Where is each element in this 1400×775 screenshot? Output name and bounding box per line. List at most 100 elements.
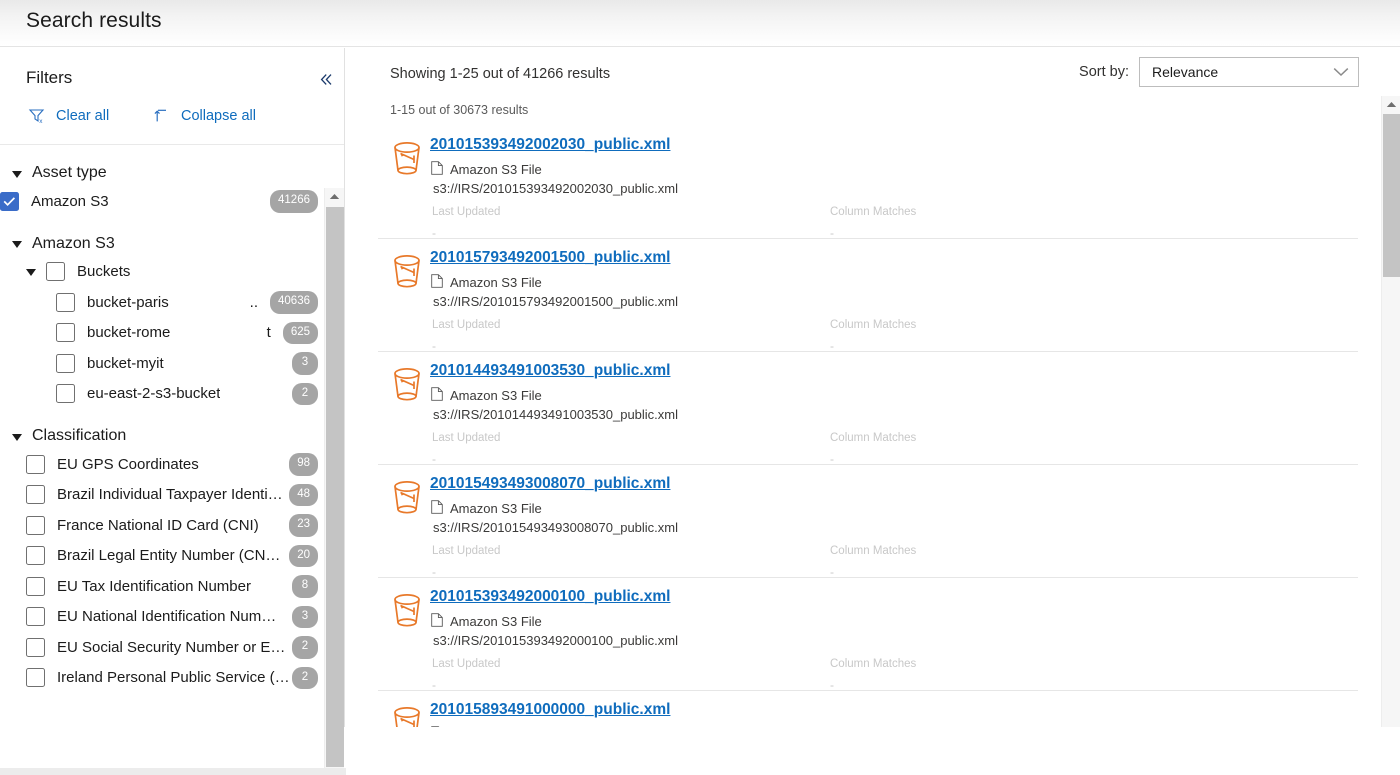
filter-option-row[interactable]: Brazil Individual Taxpayer Identi… 48 — [0, 480, 326, 511]
filter-checkbox[interactable] — [56, 353, 75, 373]
filter-count-badge: 2 — [292, 666, 318, 689]
column-matches-value: - — [830, 339, 834, 353]
caret-down-icon — [12, 433, 22, 441]
result-item[interactable]: 201015493493008070_public.xml Amazon S3 F… — [378, 465, 1358, 579]
filter-option-row[interactable]: Amazon S3 41266 — [0, 186, 326, 217]
filter-checkbox[interactable] — [26, 637, 45, 657]
caret-down-icon[interactable] — [26, 269, 36, 277]
results-panel: Showing 1-25 out of 41266 results 1-15 o… — [346, 48, 1381, 727]
collapse-all-button[interactable]: Collapse all — [152, 106, 256, 125]
filters-scrollbar-thumb[interactable] — [326, 207, 344, 767]
results-scrollbar[interactable] — [1381, 96, 1400, 727]
result-last-updated: Last Updated - — [432, 432, 500, 466]
filter-checkbox[interactable] — [26, 546, 45, 566]
filter-option-label: bucket-rome — [87, 324, 171, 342]
last-updated-value: - — [432, 678, 436, 692]
filter-checkbox[interactable] — [56, 323, 75, 343]
filter-count-badge: 3 — [292, 352, 318, 375]
s3-bucket-icon — [387, 590, 427, 630]
column-matches-label: Column Matches — [830, 545, 917, 557]
s3-bucket-icon — [387, 251, 427, 291]
file-document-icon — [431, 500, 443, 517]
filter-option-row[interactable]: France National ID Card (CNI) 23 — [0, 510, 326, 541]
filter-option-row[interactable]: EU Tax Identification Number 8 — [0, 571, 326, 602]
result-title-link[interactable]: 201015393492000100_public.xml — [430, 588, 670, 606]
filter-checkbox[interactable] — [26, 607, 45, 627]
filter-group-header-amazon-s3[interactable]: Amazon S3 — [0, 231, 326, 257]
column-matches-value: - — [830, 226, 834, 240]
result-title-link[interactable]: 201015793492001500_public.xml — [430, 249, 670, 267]
filter-option-row[interactable]: EU National Identification Num… 3 — [0, 602, 326, 633]
result-title-link[interactable]: 201015393492002030_public.xml — [430, 136, 670, 154]
filter-option-row[interactable]: Buckets — [0, 257, 326, 288]
filter-group-header-asset-type[interactable]: Asset type — [0, 160, 326, 186]
filter-option-row[interactable]: Ireland Personal Public Service (… 2 — [0, 663, 326, 694]
result-title-link[interactable]: 201014493491003530_public.xml — [430, 362, 670, 380]
filter-group-title: Amazon S3 — [32, 234, 115, 252]
filter-checkbox[interactable] — [26, 485, 45, 505]
filters-tree: Asset type Amazon S3 41266 Amazon S3 Buckets… — [0, 160, 326, 693]
filter-count-badge: 2 — [292, 382, 318, 405]
filter-option-label: bucket-myit — [87, 354, 164, 372]
result-item[interactable]: 201015393492000100_public.xml Amazon S3 F… — [378, 578, 1358, 692]
filter-group-header-classification[interactable]: Classification — [0, 423, 326, 449]
filter-checkbox[interactable] — [46, 262, 65, 282]
filter-option-label: EU National Identification Num… — [57, 608, 277, 626]
last-updated-value: - — [432, 339, 436, 353]
result-type-label: Amazon S3 File — [450, 388, 542, 403]
result-title-link[interactable]: 201015893491000000_public.xml — [430, 701, 670, 719]
results-scroll-up-arrow[interactable] — [1382, 96, 1400, 113]
result-item[interactable]: 201015893491000000_public.xmlAmazon S3 F… — [378, 691, 1358, 727]
last-updated-label: Last Updated — [432, 319, 501, 331]
filter-count-badge: 20 — [289, 544, 318, 567]
column-matches-label: Column Matches — [830, 319, 917, 331]
results-count-text: Showing 1-25 out of 41266 results — [390, 66, 611, 82]
filter-option-row[interactable]: bucket-paris.. 40636 — [0, 287, 326, 318]
column-matches-label: Column Matches — [830, 432, 917, 444]
result-type-label: Amazon S3 File — [450, 614, 542, 629]
filter-checkbox[interactable] — [26, 668, 45, 688]
filter-checkbox[interactable] — [56, 292, 75, 312]
filter-checkbox[interactable] — [56, 384, 75, 404]
result-item[interactable]: 201015393492002030_public.xml Amazon S3 F… — [378, 126, 1358, 240]
filter-checkbox[interactable] — [26, 454, 45, 474]
filters-scroll-up-arrow[interactable] — [325, 188, 344, 205]
clear-all-button[interactable]: x Clear all — [27, 106, 109, 125]
last-updated-value: - — [432, 452, 436, 466]
result-column-matches: Column Matches - — [830, 432, 916, 466]
sort-by-select[interactable]: Relevance — [1139, 57, 1359, 87]
result-item[interactable]: 201015793492001500_public.xml Amazon S3 F… — [378, 239, 1358, 353]
last-updated-label: Last Updated — [432, 432, 501, 444]
result-title-link[interactable]: 201015493493008070_public.xml — [430, 475, 670, 493]
filter-option-row[interactable]: bucket-rome t 625 — [0, 318, 326, 349]
filter-option-row[interactable]: EU Social Security Number or E… 2 — [0, 632, 326, 663]
result-path: s3://IRS/201015493493008070_public.xml — [433, 520, 679, 535]
filter-option-label: Brazil Legal Entity Number (CN… — [57, 547, 281, 565]
filter-count-badge: 40636 — [270, 291, 318, 314]
results-scrollbar-thumb[interactable] — [1383, 114, 1400, 277]
filters-scrollbar[interactable] — [324, 188, 344, 775]
svg-text:x: x — [39, 118, 43, 125]
filter-checkbox[interactable] — [26, 515, 45, 535]
result-type: Amazon S3 File — [431, 274, 542, 291]
sort-by-label: Sort by: — [1079, 64, 1129, 80]
filter-checkbox[interactable] — [0, 191, 19, 211]
result-item[interactable]: 201014493491003530_public.xml Amazon S3 F… — [378, 352, 1358, 466]
column-matches-label: Column Matches — [830, 206, 917, 218]
filter-option-row[interactable]: bucket-myit 3 — [0, 348, 326, 379]
last-updated-label: Last Updated — [432, 545, 501, 557]
collapse-all-label: Collapse all — [181, 107, 256, 124]
filter-group-classification: Classification EU GPS Coordinates 98 Brazil… — [0, 423, 326, 693]
filter-option-row[interactable]: EU GPS Coordinates 98 — [0, 449, 326, 480]
page-title: Search results — [26, 9, 162, 32]
filter-checkbox[interactable] — [26, 576, 45, 596]
result-last-updated: Last Updated - — [432, 658, 500, 692]
filter-option-overflow-text: t — [266, 324, 271, 342]
results-list: 201015393492002030_public.xml Amazon S3 F… — [378, 126, 1358, 727]
filter-option-row[interactable]: eu-east-2-s3-bucket 2 — [0, 379, 326, 410]
panel-bottom-strip — [0, 768, 346, 775]
chevron-double-left-icon[interactable] — [313, 67, 339, 91]
filter-option-row[interactable]: Brazil Legal Entity Number (CN… 20 — [0, 541, 326, 572]
sort-by-value: Relevance — [1152, 64, 1219, 80]
filter-option-label: bucket-paris — [87, 293, 169, 311]
